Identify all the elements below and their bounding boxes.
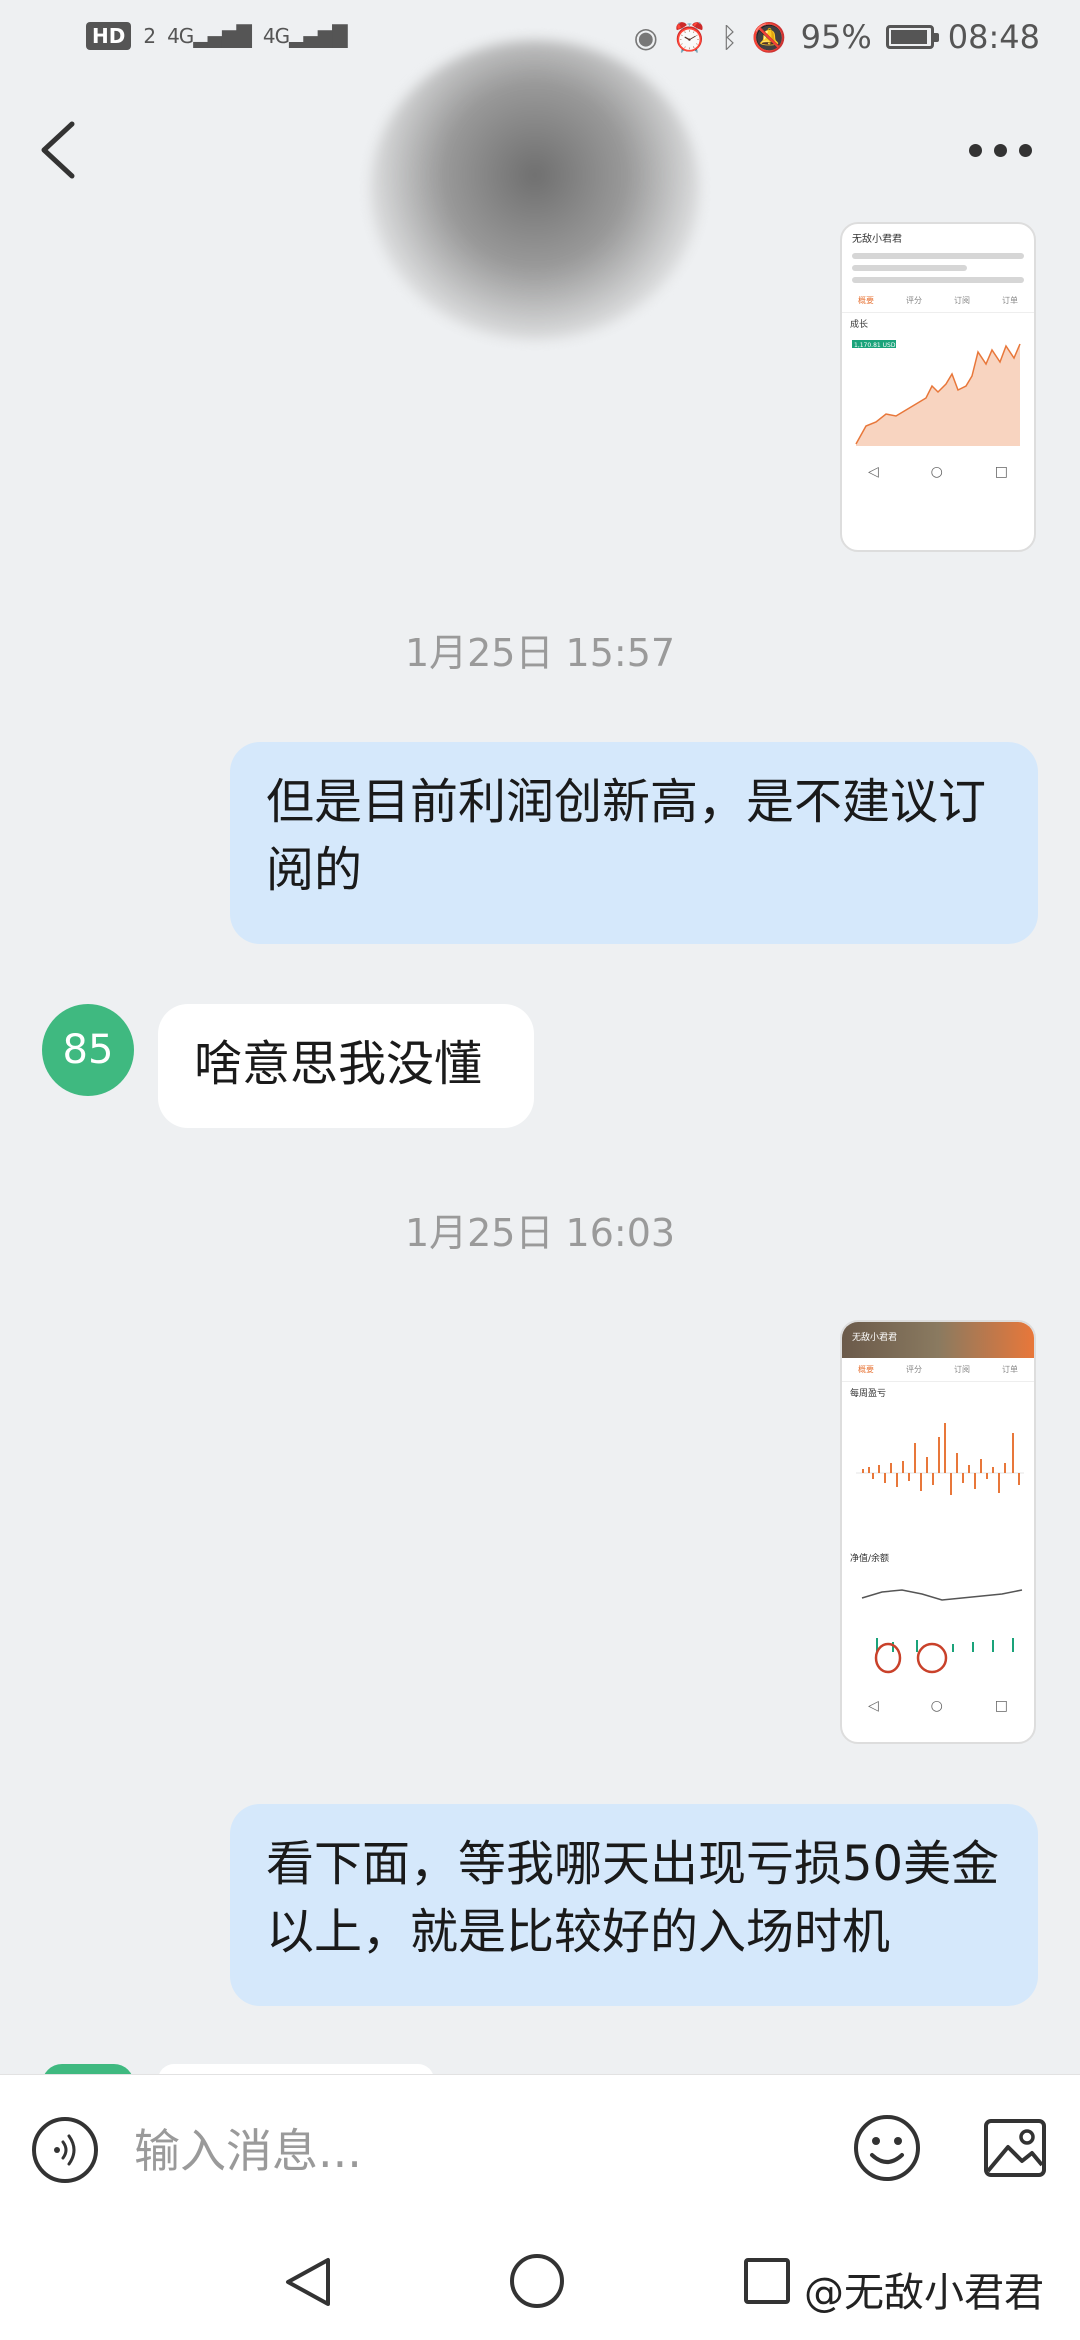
triangle-back-icon [286,2258,330,2306]
message-bubble-self[interactable]: 但是目前利润创新高，是不建议订阅的 [230,742,1038,944]
sim-slot: 2 [143,24,156,48]
thumb-text-line [852,265,968,271]
timestamp: 1月25日 16:03 [404,1211,676,1255]
hd-badge: HD [86,22,132,50]
more-dot [993,143,1007,157]
message-input[interactable] [132,2115,816,2187]
emoji-button[interactable] [852,2113,922,2183]
thumb-nav: ◁ ○ □ [867,464,1009,480]
status-left: HD 2 4G▂▄▆█ 4G▂▄▆█ [86,22,348,50]
chevron-left-icon [41,121,75,179]
picture-icon [984,2119,1046,2177]
clock: 08:48 [947,18,1040,56]
thumb-nav: ◁ ○ □ [867,1698,1009,1714]
thumb-banner: 无敌小君君 [842,1322,1034,1358]
thumb-section: 成长 [850,320,869,330]
voice-icon [54,2134,76,2166]
back-button[interactable] [30,110,90,190]
image-message-1[interactable]: 无敌小君君 概要 评分 订阅 订单 成长 1,170.81 USD ◁ ○ □ [840,222,1036,552]
alarm-icon: ⏰ [672,20,707,54]
thumb-text-line [852,277,1024,283]
avatar[interactable]: 85 [42,1004,134,1096]
mute-bell-icon: 🔕 [751,20,787,54]
thumb-section: 净值/余额 [850,1554,890,1564]
signal-2-icon: 4G▂▄▆█ [262,24,348,48]
system-nav-bar: @无敌小君君 [0,2224,1080,2340]
thumb-section: 每周盈亏 [850,1389,887,1399]
nav-home-button[interactable] [510,2254,564,2308]
signal-1-icon: 4G▂▄▆█ [167,24,252,48]
image-message-2[interactable]: 无敌小君君 概要 评分 订阅 订单 每周盈亏 净值/余额 ◁ ○ □ [840,1320,1036,1744]
voice-button[interactable] [32,2117,98,2183]
message-bubble-self[interactable]: 看下面，等我哪天出现亏损50美金以上，就是比较好的入场时机 [230,1804,1038,2006]
smiley-icon [854,2115,920,2181]
equity-chart-thumbnail [861,1589,1023,1674]
timestamp: 1月25日 15:57 [404,631,676,675]
svg-text:1,170.81 USD: 1,170.81 USD [854,342,896,349]
battery-icon [885,25,939,49]
message-bubble-other[interactable]: 啥意思我没懂 [158,1004,534,1128]
thumb-name: 无敌小君君 [852,234,902,245]
blurred-chat-title [370,40,700,340]
thumb-tabs: 概要 评分 订阅 订单 [842,1358,1034,1382]
nav-recent-button[interactable] [744,2258,790,2304]
thumb-tabs: 概要 评分 订阅 订单 [842,289,1034,313]
nav-back-button[interactable] [280,2254,334,2314]
battery-percent: 95% [800,18,872,56]
more-button[interactable] [960,130,1040,170]
more-dot [968,143,982,157]
weekly-pnl-chart-thumbnail [856,1423,1024,1495]
input-bar [0,2074,1080,2225]
status-right: ◉ ⏰ ᛒ 🔕 95% 08:48 [634,18,1040,56]
watermark: @无敌小君君 [804,2270,1044,2316]
thumb-text-line [852,253,1024,259]
eye-icon: ◉ [633,20,659,54]
more-dot [1018,143,1032,157]
growth-chart-thumbnail: 1,170.81 USD [852,340,1021,446]
bluetooth-icon: ᛒ [720,20,738,54]
image-button[interactable] [980,2113,1050,2183]
